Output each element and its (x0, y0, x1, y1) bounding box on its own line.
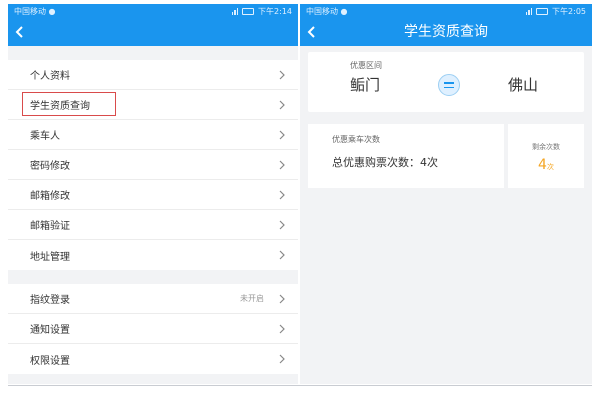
clock-text: 下午2:05 (552, 6, 586, 16)
menu-group-account: 个人资料 学生资质查询 乘车人 密码修改 邮箱修改 邮箱验证 地址管理 (8, 60, 298, 270)
settings-list: 个人资料 学生资质查询 乘车人 密码修改 邮箱修改 邮箱验证 地址管理 指纹登录… (8, 46, 298, 384)
chevron-right-icon (278, 70, 286, 80)
chevron-right-icon (278, 130, 286, 140)
left-screen: 中国移动 ● 下午2:14 个人资料 学生资质查询 乘车人 密码修改 邮箱修改 … (8, 4, 298, 384)
chevron-right-icon (278, 190, 286, 200)
carrier-text: 中国移动 ● (14, 6, 56, 16)
chevron-right-icon (278, 354, 286, 364)
menu-item-label: 地址管理 (30, 251, 70, 263)
chevron-right-icon (278, 250, 286, 260)
nav-bar: 学生资质查询 (300, 18, 592, 46)
menu-item-label: 通知设置 (30, 325, 70, 336)
menu-item-notifications[interactable]: 通知设置 (8, 314, 298, 344)
clock-text: 下午2:14 (258, 6, 292, 16)
menu-item-student-qualification[interactable]: 学生资质查询 (8, 90, 298, 120)
battery-icon (536, 7, 549, 15)
menu-item-password[interactable]: 密码修改 (8, 150, 298, 180)
menu-item-label: 密码修改 (30, 161, 70, 172)
back-button[interactable] (300, 18, 324, 46)
remaining-value: 4次 (508, 154, 584, 173)
battery-icon (242, 7, 255, 15)
signal-icon (231, 7, 239, 15)
right-screen: 中国移动 ● 下午2:05 学生资质查询 优惠区间 鲘门 佛山 优惠乘车次数 总… (300, 4, 592, 384)
fingerprint-status: 未开启 (240, 294, 264, 303)
swap-icon (438, 74, 460, 96)
route-to-station: 佛山 (508, 76, 539, 94)
back-arrow-icon (307, 26, 315, 38)
remaining-unit: 次 (546, 163, 554, 171)
usage-card: 优惠乘车次数 总优惠购票次数：4次 (308, 124, 504, 188)
signal-icon (525, 7, 533, 15)
menu-item-label: 指纹登录 (30, 295, 70, 306)
route-label: 优惠区间 (350, 61, 382, 70)
menu-item-label: 邮箱修改 (30, 191, 70, 202)
status-bar: 中国移动 ● 下午2:05 (300, 4, 592, 18)
menu-item-permissions[interactable]: 权限设置 (8, 344, 298, 374)
menu-item-label: 权限设置 (30, 355, 70, 367)
remaining-count: 4 (538, 157, 547, 173)
qualification-content: 优惠区间 鲘门 佛山 优惠乘车次数 总优惠购票次数：4次 剩余次数 4次 (300, 46, 592, 384)
usage-row: 优惠乘车次数 总优惠购票次数：4次 剩余次数 4次 (308, 124, 584, 188)
menu-item-email-change[interactable]: 邮箱修改 (8, 180, 298, 210)
chevron-right-icon (278, 324, 286, 334)
remaining-card: 剩余次数 4次 (508, 124, 584, 188)
menu-item-label: 乘车人 (30, 131, 60, 142)
menu-item-passengers[interactable]: 乘车人 (8, 120, 298, 150)
back-button[interactable] (8, 18, 32, 46)
nav-bar (8, 18, 298, 46)
menu-item-label: 邮箱验证 (30, 221, 70, 232)
highlight-box (22, 92, 116, 116)
carrier-text: 中国移动 ● (306, 6, 348, 16)
menu-item-profile[interactable]: 个人资料 (8, 60, 298, 90)
divider (8, 385, 592, 386)
page-title: 学生资质查询 (404, 24, 488, 40)
chevron-right-icon (278, 100, 286, 110)
status-bar: 中国移动 ● 下午2:14 (8, 4, 298, 18)
route-card: 优惠区间 鲘门 佛山 (308, 52, 584, 112)
menu-item-address[interactable]: 地址管理 (8, 240, 298, 270)
menu-group-settings: 指纹登录 未开启 通知设置 权限设置 (8, 284, 298, 374)
route-from-station: 鲘门 (350, 76, 381, 94)
menu-item-label: 个人资料 (30, 71, 70, 82)
usage-total-text: 总优惠购票次数：4次 (332, 156, 438, 169)
chevron-right-icon (278, 160, 286, 170)
usage-label: 优惠乘车次数 (332, 135, 380, 144)
chevron-right-icon (278, 220, 286, 230)
back-arrow-icon (15, 26, 23, 38)
menu-item-email-verify[interactable]: 邮箱验证 (8, 210, 298, 240)
remaining-label: 剩余次数 (532, 143, 560, 151)
chevron-right-icon (278, 294, 286, 304)
menu-item-fingerprint[interactable]: 指纹登录 未开启 (8, 284, 298, 314)
